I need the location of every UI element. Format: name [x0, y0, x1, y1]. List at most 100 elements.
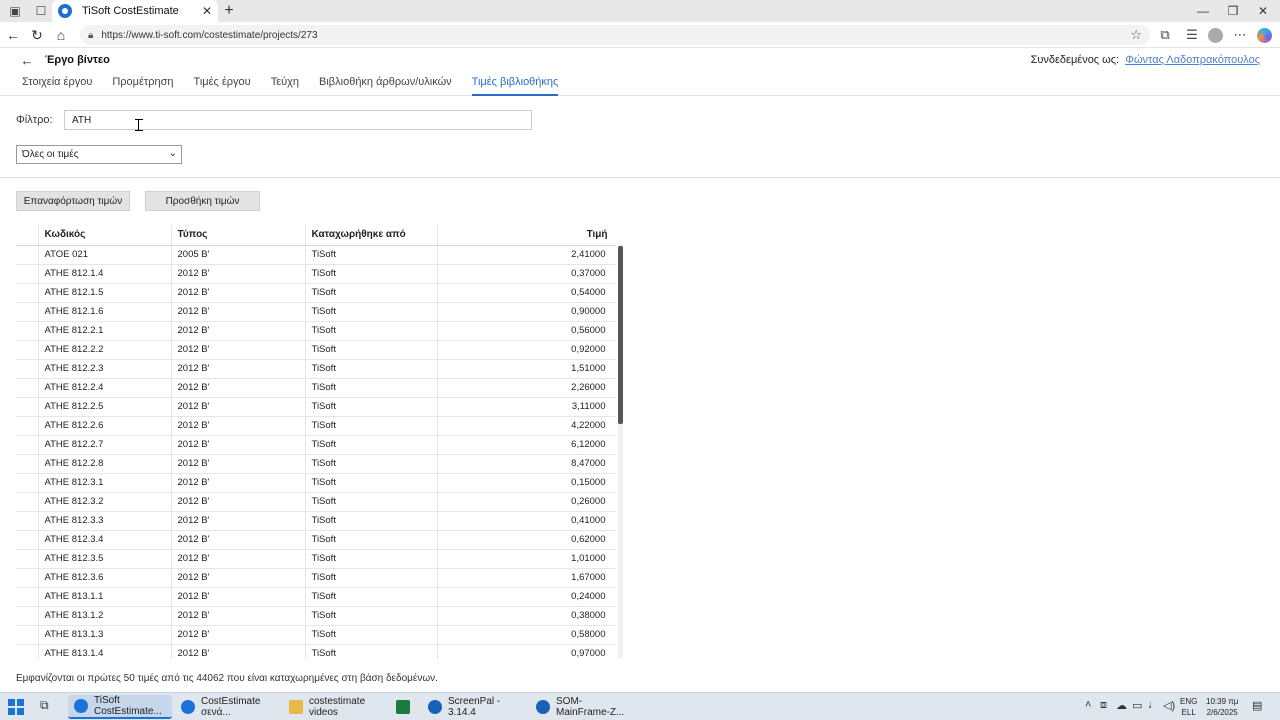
table-row[interactable]: ATHE 813.1.4 2012 Β' TiSoft 0,97000 [16, 644, 616, 659]
cell-type: 2012 Β' [171, 283, 306, 303]
row-select-cell[interactable] [16, 530, 39, 550]
minimize-icon[interactable]: — [1188, 0, 1218, 22]
tab-library-prices[interactable]: Τιμές βιβλιοθήκης [471, 76, 559, 96]
tab-project-prices[interactable]: Τιμές έργου [194, 76, 251, 96]
copilot-icon[interactable] [1257, 28, 1272, 43]
header-registered-by[interactable]: Καταχωρήθηκε από [305, 225, 438, 246]
user-link[interactable]: Φώντας Λαδοπρακόπουλος [1125, 54, 1260, 66]
table-row[interactable]: ATHE 812.3.1 2012 Β' TiSoft 0,15000 [16, 473, 616, 493]
clock[interactable]: 10:39 πμ 2/6/2025 [1206, 696, 1238, 718]
header-type[interactable]: Τύπος [171, 225, 306, 246]
table-row[interactable]: ATHE 812.2.1 2012 Β' TiSoft 0,56000 [16, 321, 616, 341]
favorites-icon[interactable]: ☰ [1182, 26, 1202, 44]
start-icon[interactable] [8, 699, 24, 715]
table-row[interactable]: ATHE 812.3.3 2012 Β' TiSoft 0,41000 [16, 511, 616, 531]
table-row[interactable]: ATHE 812.3.6 2012 Β' TiSoft 1,67000 [16, 568, 616, 588]
favorite-star-icon[interactable]: ☆ [1130, 27, 1142, 43]
taskbar-item-1[interactable]: CostEstimate σενά... [175, 695, 279, 719]
tab-project-details[interactable]: Στοιχεία έργου [22, 76, 92, 96]
tab-library-items[interactable]: Βιβλιοθήκη άρθρων/υλικών [319, 76, 452, 96]
row-select-cell[interactable] [16, 568, 39, 588]
table-row[interactable]: ATHE 812.2.5 2012 Β' TiSoft 3,11000 [16, 397, 616, 417]
profile-avatar-icon[interactable] [1208, 28, 1223, 43]
table-row[interactable]: ATHE 813.1.1 2012 Β' TiSoft 0,24000 [16, 587, 616, 607]
language-indicator[interactable]: ENG ELL [1180, 696, 1197, 718]
table-row[interactable]: ATHE 812.2.2 2012 Β' TiSoft 0,92000 [16, 340, 616, 360]
row-select-cell[interactable] [16, 473, 39, 493]
table-row[interactable]: ATHE 812.2.6 2012 Β' TiSoft 4,22000 [16, 416, 616, 436]
row-select-cell[interactable] [16, 606, 39, 626]
header-price[interactable]: Τιμή [437, 225, 616, 246]
taskbar-item-0[interactable]: TiSoft CostEstimate... [68, 695, 172, 719]
close-tab-icon[interactable]: ✕ [202, 4, 212, 18]
table-row[interactable]: ATOE 021 2005 Β' TiSoft 2,41000 [16, 245, 616, 265]
row-select-cell[interactable] [16, 416, 39, 436]
row-select-cell[interactable] [16, 454, 39, 474]
row-select-cell[interactable] [16, 340, 39, 360]
row-select-cell[interactable] [16, 302, 39, 322]
row-select-cell[interactable] [16, 264, 39, 284]
back-arrow-icon[interactable]: ← [18, 52, 36, 68]
table-row[interactable]: ATHE 812.3.4 2012 Β' TiSoft 0,62000 [16, 530, 616, 550]
tray-display-icon[interactable]: ▭ [1132, 699, 1142, 712]
row-select-cell[interactable] [16, 245, 39, 265]
table-row[interactable]: ATHE 812.3.5 2012 Β' TiSoft 1,01000 [16, 549, 616, 569]
tray-app-icon[interactable]: ⧈ [1100, 699, 1107, 712]
tray-chevron-up-icon[interactable]: ˄ [1085, 699, 1091, 711]
table-scrollbar-thumb[interactable] [618, 246, 623, 424]
table-row[interactable]: ATHE 813.1.2 2012 Β' TiSoft 0,38000 [16, 606, 616, 626]
workspaces-icon[interactable]: ▣ [4, 0, 26, 22]
cloud-icon[interactable]: ☁︎ [1116, 699, 1127, 712]
extensions-icon[interactable]: ⧉ [1155, 26, 1175, 44]
row-select-cell[interactable] [16, 644, 39, 659]
taskbar-item-5[interactable]: SOM-MainFrame-Z... [530, 695, 634, 719]
volume-icon[interactable]: ◁) [1163, 699, 1175, 712]
cell-price: 3,11000 [437, 397, 616, 417]
table-row[interactable]: ATHE 812.2.4 2012 Β' TiSoft 2,26000 [16, 378, 616, 398]
table-row[interactable]: ATHE 812.1.5 2012 Β' TiSoft 0,54000 [16, 283, 616, 303]
taskbar-item-2[interactable]: costestimate videos [283, 695, 391, 719]
home-icon[interactable]: ⌂ [51, 26, 71, 44]
maximize-icon[interactable]: ❐ [1218, 0, 1248, 22]
row-select-cell[interactable] [16, 397, 39, 417]
notification-icon[interactable]: ▤ [1252, 699, 1262, 712]
tab-measurement[interactable]: Προμέτρηση [112, 76, 173, 96]
row-select-cell[interactable] [16, 378, 39, 398]
task-view-icon[interactable]: ⧉ [40, 698, 56, 714]
row-select-cell[interactable] [16, 435, 39, 455]
table-row[interactable]: ATHE 813.1.3 2012 Β' TiSoft 0,58000 [16, 625, 616, 645]
table-row[interactable]: ATHE 812.1.6 2012 Β' TiSoft 0,90000 [16, 302, 616, 322]
tab-documents[interactable]: Τεύχη [271, 76, 299, 96]
refresh-icon[interactable]: ↻ [27, 26, 47, 44]
header-code[interactable]: Κωδικός [38, 225, 172, 246]
row-select-cell[interactable] [16, 359, 39, 379]
browser-tab[interactable]: TiSoft CostEstimate ✕ [52, 0, 218, 22]
table-row[interactable]: ATHE 812.2.8 2012 Β' TiSoft 8,47000 [16, 454, 616, 474]
cell-registered-by: TiSoft [305, 416, 438, 436]
filter-input[interactable] [64, 110, 532, 130]
row-select-cell[interactable] [16, 549, 39, 569]
row-select-cell[interactable] [16, 283, 39, 303]
microphone-icon[interactable]: ♩ [1148, 699, 1159, 711]
more-menu-icon[interactable]: ⋯ [1230, 26, 1250, 44]
tab-actions-icon[interactable]: ☐ [30, 0, 52, 22]
price-filter-select[interactable]: Όλες οι τιμές ⌄ [16, 145, 182, 164]
add-prices-button[interactable]: Προσθήκη τιμών [145, 191, 260, 211]
row-select-cell[interactable] [16, 625, 39, 645]
row-select-cell[interactable] [16, 587, 39, 607]
new-tab-icon[interactable]: + [220, 0, 238, 22]
row-select-cell[interactable] [16, 321, 39, 341]
address-bar[interactable]: 🔒︎ https://www.ti-soft.com/costestimate/… [80, 25, 1150, 45]
back-icon[interactable]: ← [3, 26, 23, 44]
row-select-cell[interactable] [16, 511, 39, 531]
row-select-cell[interactable] [16, 492, 39, 512]
table-row[interactable]: ATHE 812.2.3 2012 Β' TiSoft 1,51000 [16, 359, 616, 379]
table-row[interactable]: ATHE 812.3.2 2012 Β' TiSoft 0,26000 [16, 492, 616, 512]
cell-price: 0,54000 [437, 283, 616, 303]
reload-prices-button[interactable]: Επαναφόρτωση τιμών [16, 191, 130, 211]
close-window-icon[interactable]: ✕ [1248, 0, 1278, 22]
table-row[interactable]: ATHE 812.1.4 2012 Β' TiSoft 0,37000 [16, 264, 616, 284]
taskbar-item-3[interactable] [390, 695, 416, 719]
table-row[interactable]: ATHE 812.2.7 2012 Β' TiSoft 6,12000 [16, 435, 616, 455]
taskbar-item-4[interactable]: ScreenPal - 3.14.4 [422, 695, 526, 719]
